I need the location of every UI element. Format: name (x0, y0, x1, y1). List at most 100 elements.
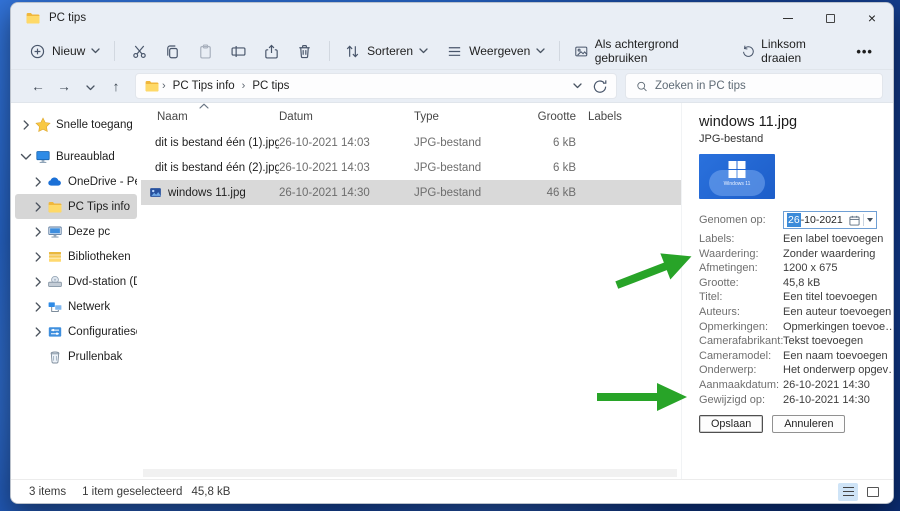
sidebar-item-bibliotheken[interactable]: Bibliotheken (15, 244, 137, 269)
file-row[interactable]: dit is bestand één (1).jpg 26-10-2021 14… (141, 130, 681, 155)
forward-button[interactable]: → (51, 79, 77, 94)
sidebar-item-onedrive[interactable]: OneDrive - Person (15, 169, 137, 194)
property-value[interactable]: Opmerkingen toevoe… (783, 320, 893, 335)
view-button[interactable]: Weergeven (440, 39, 551, 64)
date-rest[interactable]: -10-2021 (801, 213, 843, 228)
thumbnail-view-button[interactable] (863, 483, 883, 501)
dropdown-arrow-icon[interactable] (867, 218, 873, 222)
delete-button[interactable] (288, 39, 321, 64)
file-type: JPG-bestand (414, 162, 518, 174)
cut-button[interactable] (123, 39, 156, 64)
up-button[interactable]: ↑ (103, 79, 129, 94)
close-button[interactable]: × (851, 3, 893, 33)
sidebar-item-snelle-toegang[interactable]: Snelle toegang (15, 112, 137, 137)
column-header-type[interactable]: Type (414, 111, 518, 123)
property-value[interactable]: Het onderwerp opgev… (783, 363, 893, 378)
file-date: 26-10-2021 14:03 (279, 162, 414, 174)
chevron-right-icon[interactable] (19, 119, 33, 131)
property-label: Titel: (699, 290, 783, 305)
property-value: 26-10-2021 14:30 (783, 393, 870, 408)
thumbnail-view-icon (867, 487, 879, 497)
property-row: Camerafabrikant:Tekst toevoegen (699, 334, 889, 349)
desktop: PC tips × Nieuw Sorteren (0, 0, 900, 511)
file-row-selected[interactable]: windows 11.jpg 26-10-2021 14:30 JPG-best… (141, 180, 681, 205)
breadcrumb[interactable]: › PC Tips info › PC tips (135, 73, 617, 99)
chevron-right-icon[interactable] (31, 226, 45, 238)
selection-status: 1 item geselecteerd (82, 486, 182, 498)
file-name: windows 11.jpg (168, 187, 246, 199)
file-size: 6 kB (518, 137, 576, 149)
property-value[interactable]: Zonder waardering (783, 247, 875, 262)
calendar-icon[interactable] (849, 215, 860, 226)
column-header-grootte[interactable]: Grootte (518, 111, 576, 123)
property-value[interactable]: Een label toevoegen (783, 232, 883, 247)
chevron-right-icon[interactable] (31, 326, 45, 338)
chevron-right-icon[interactable] (31, 176, 45, 188)
sidebar-item-label: Deze pc (68, 226, 110, 238)
sidebar-item-bureaublad[interactable]: Bureaublad (15, 144, 137, 169)
property-value: 45,8 kB (783, 276, 820, 291)
property-value[interactable]: Een auteur toevoegen (783, 305, 891, 320)
chevron-right-icon[interactable] (31, 201, 45, 213)
property-value: 26-10-2021 14:30 (783, 378, 870, 393)
dvd-icon (47, 274, 63, 290)
sidebar-item-prullenbak[interactable]: Prullenbak (15, 344, 137, 369)
column-header-labels[interactable]: Labels (588, 111, 622, 123)
rename-button[interactable] (222, 39, 255, 64)
address-dropdown-icon[interactable] (573, 83, 582, 89)
field-separator (863, 214, 864, 226)
search-box[interactable] (625, 73, 883, 99)
horizontal-scrollbar[interactable] (143, 469, 677, 477)
chevron-right-icon[interactable] (31, 251, 45, 263)
property-value: 1200 x 675 (783, 261, 837, 276)
sidebar-item-configuratiescherm[interactable]: Configuratieschem (15, 319, 137, 344)
rotate-left-button[interactable]: Linksom draaien (735, 33, 843, 69)
cut-icon (131, 43, 148, 60)
sidebar-item-dvd-station[interactable]: Dvd-station (D:) (15, 269, 137, 294)
save-button[interactable]: Opslaan (699, 415, 763, 433)
sidebar-item-pc-tips-info[interactable]: PC Tips info (15, 194, 137, 219)
set-as-background-label: Als achtergrond gebruiken (595, 37, 715, 65)
image-thumbnail[interactable]: Windows 11 (699, 154, 775, 199)
date-taken-field[interactable]: 26 -10-2021 (783, 211, 877, 229)
more-options-button[interactable]: ••• (848, 44, 881, 59)
property-value[interactable]: Een naam toevoegen (783, 349, 888, 364)
sidebar-item-label: Netwerk (68, 301, 110, 313)
maximize-button[interactable] (809, 3, 851, 33)
minimize-button[interactable] (767, 3, 809, 33)
file-size: 6 kB (518, 162, 576, 174)
file-row[interactable]: dit is bestand één (2).jpg 26-10-2021 14… (141, 155, 681, 180)
sidebar-item-netwerk[interactable]: Netwerk (15, 294, 137, 319)
new-label: Nieuw (52, 44, 85, 58)
property-value[interactable]: Een titel toevoegen (783, 290, 877, 305)
search-input[interactable] (655, 80, 872, 92)
share-button[interactable] (255, 39, 288, 64)
chevron-right-icon[interactable] (31, 301, 45, 313)
toolbar-divider (329, 41, 330, 61)
new-button[interactable]: Nieuw (23, 39, 106, 64)
breadcrumb-item-pc-tips[interactable]: PC tips (247, 78, 294, 94)
date-day-selected[interactable]: 26 (787, 213, 801, 228)
chevron-down-icon[interactable] (19, 152, 33, 161)
details-pane: windows 11.jpg JPG-bestand Windows 11 Ge… (681, 103, 893, 479)
title-bar[interactable]: PC tips × (11, 3, 893, 33)
copy-button[interactable] (156, 39, 189, 64)
property-value[interactable]: Tekst toevoegen (783, 334, 863, 349)
sort-button[interactable]: Sorteren (338, 39, 434, 64)
chevron-down-icon (86, 85, 95, 91)
refresh-icon[interactable] (592, 78, 608, 94)
trash-icon (296, 43, 313, 60)
column-header-naam[interactable]: Naam (157, 111, 279, 123)
set-as-background-button[interactable]: Als achtergrond gebruiken (568, 33, 721, 69)
sidebar-item-deze-pc[interactable]: Deze pc (15, 219, 137, 244)
details-view-button[interactable] (838, 483, 858, 501)
property-row: Waardering:Zonder waardering (699, 247, 889, 262)
recent-locations-button[interactable] (77, 79, 103, 94)
back-button[interactable]: ← (25, 79, 51, 94)
cancel-button[interactable]: Annuleren (772, 415, 845, 433)
paste-button[interactable] (189, 39, 222, 64)
chevron-right-icon[interactable] (31, 276, 45, 288)
minimize-icon (783, 18, 793, 19)
column-header-datum[interactable]: Datum (279, 111, 414, 123)
breadcrumb-item-pc-tips-info[interactable]: PC Tips info (168, 78, 240, 94)
